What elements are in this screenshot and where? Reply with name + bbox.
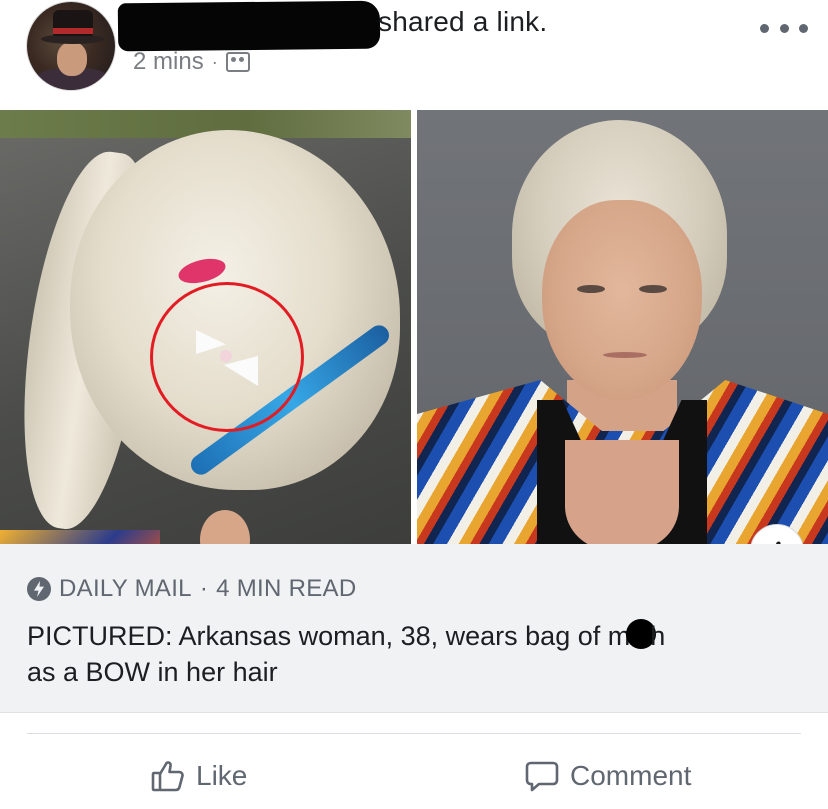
post-header: shared a link. 2 mins · [0,0,828,108]
thumbs-up-icon [151,761,184,792]
headline-text-line2: as a BOW in her hair [27,657,278,687]
image-chest [565,440,679,544]
avatar-face [57,42,87,76]
post-timestamp[interactable]: 2 mins [133,48,204,76]
actions-divider [27,733,801,734]
link-source-row: DAILY MAIL · 4 MIN READ [27,575,357,603]
image-ear [200,510,250,544]
friends-icon[interactable] [225,52,250,72]
image-mouth [603,352,647,358]
link-preview[interactable]: DAILY MAIL · 4 MIN READ PICTURED: Arkans… [0,544,828,713]
link-image-left[interactable] [0,110,411,544]
avatar[interactable] [27,2,115,90]
redacted-author-name [117,0,381,52]
instant-article-icon [27,577,51,601]
highlight-circle [150,282,304,432]
more-dot-icon [760,23,769,33]
image-face [542,200,702,400]
like-label: Like [196,760,248,791]
image-eye [577,285,605,293]
more-options-button[interactable] [760,18,808,38]
comment-bubble-icon [525,761,559,792]
more-dot-icon [799,23,808,33]
avatar-hat-band [53,28,93,34]
post-meta: 2 mins · [133,48,250,76]
meta-separator: · [211,51,218,72]
read-time: 4 MIN READ [216,575,357,602]
link-image-right[interactable] [417,110,828,544]
post-action-text: shared a link. [378,6,548,37]
more-dot-icon [779,23,789,33]
link-source: DAILY MAIL [59,575,192,602]
headline-text-end: h [650,621,666,651]
comment-button[interactable]: Comment [524,752,691,800]
source-separator: · [199,575,209,602]
comment-label: Comment [570,760,692,791]
link-headline[interactable]: PICTURED: Arkansas woman, 38, wears bag … [27,618,807,690]
image-shirt [0,530,160,544]
headline-text: PICTURED: Arkansas woman, 38, wears bag … [27,621,631,651]
image-eye [639,285,667,293]
like-button[interactable]: Like [150,752,247,800]
